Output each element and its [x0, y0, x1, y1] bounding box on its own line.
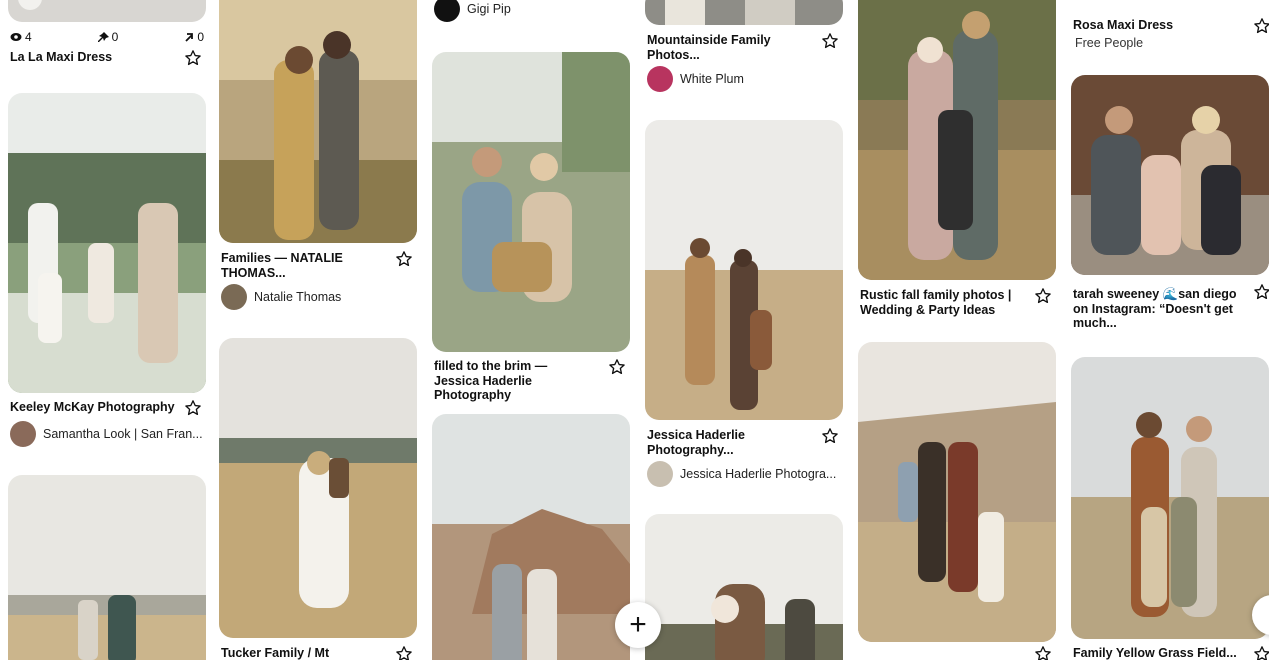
pin-author[interactable]: White Plum — [647, 66, 843, 92]
pin-subtitle: Free People — [1075, 36, 1144, 50]
pin-image-field[interactable] — [8, 475, 206, 660]
create-button[interactable]: + — [615, 602, 661, 648]
avatar — [647, 461, 673, 487]
pin-stats: 4 0 0 — [10, 30, 204, 44]
star-icon[interactable] — [1253, 283, 1269, 301]
pin-icon — [97, 31, 109, 43]
views-stat: 4 — [10, 30, 32, 44]
eye-icon — [10, 32, 22, 42]
avatar — [647, 66, 673, 92]
pin-title[interactable]: Families — NATALIE THOMAS... — [221, 251, 381, 280]
pin-title[interactable]: filled to the brim — Jessica Haderlie Ph… — [434, 359, 594, 403]
avatar — [221, 284, 247, 310]
pin-image-hills[interactable] — [858, 342, 1056, 642]
pin-image-families[interactable] — [219, 0, 417, 243]
avatar — [10, 421, 36, 447]
pin-image-mountainside[interactable] — [645, 0, 843, 25]
pin-title[interactable]: Rosa Maxi Dress — [1073, 18, 1233, 33]
pin-author[interactable]: Gigi Pip — [434, 0, 630, 22]
clicks-stat: 0 — [184, 30, 204, 44]
pin-image-tarah[interactable] — [1071, 75, 1269, 275]
pin-image-keeley[interactable] — [8, 93, 206, 393]
pin-image-tucker[interactable] — [219, 338, 417, 638]
saves-stat: 0 — [97, 30, 118, 44]
avatar — [434, 0, 460, 22]
star-icon[interactable] — [608, 358, 626, 376]
pin-title[interactable]: Jessica Haderlie Photography... — [647, 428, 807, 457]
pin-author[interactable]: Natalie Thomas — [221, 284, 417, 310]
star-icon[interactable] — [395, 250, 413, 268]
star-icon[interactable] — [1253, 17, 1269, 35]
pin-title[interactable]: La La Maxi Dress — [10, 50, 170, 65]
pin-image-rocks[interactable] — [432, 414, 630, 660]
arrow-up-right-icon — [184, 32, 194, 42]
star-icon[interactable] — [821, 427, 839, 445]
pin-title[interactable]: Tucker Family / Mt — [221, 646, 381, 660]
pin-author[interactable]: Jessica Haderlie Photogra... — [647, 461, 843, 487]
star-icon[interactable] — [821, 32, 839, 50]
pin-author[interactable]: Samantha Look | San Fran... — [10, 421, 206, 447]
star-icon[interactable] — [1034, 645, 1052, 660]
pin-title[interactable]: Keeley McKay Photography — [10, 400, 185, 415]
star-icon[interactable] — [184, 49, 202, 67]
pin-image-brim[interactable] — [432, 52, 630, 352]
star-icon[interactable] — [184, 399, 202, 417]
pin-image-jessica[interactable] — [645, 120, 843, 420]
pin-image-mother[interactable] — [645, 514, 843, 660]
star-icon[interactable] — [395, 645, 413, 660]
pin-title[interactable]: Rustic fall family photos | Wedding & Pa… — [860, 288, 1020, 317]
pin-image-rustic[interactable] — [858, 0, 1056, 280]
pin-image-yellow[interactable] — [1071, 357, 1269, 639]
pin-title[interactable]: tarah sweeney 🌊san diego on Instagram: “… — [1073, 287, 1241, 331]
pin-title[interactable]: Mountainside Family Photos... — [647, 33, 807, 62]
star-icon[interactable] — [1034, 287, 1052, 305]
plus-icon: + — [629, 608, 647, 641]
pin-image-top-cropped[interactable] — [8, 0, 206, 22]
pin-title[interactable]: Family Yellow Grass Field... — [1073, 646, 1248, 660]
star-icon[interactable] — [1253, 645, 1269, 660]
